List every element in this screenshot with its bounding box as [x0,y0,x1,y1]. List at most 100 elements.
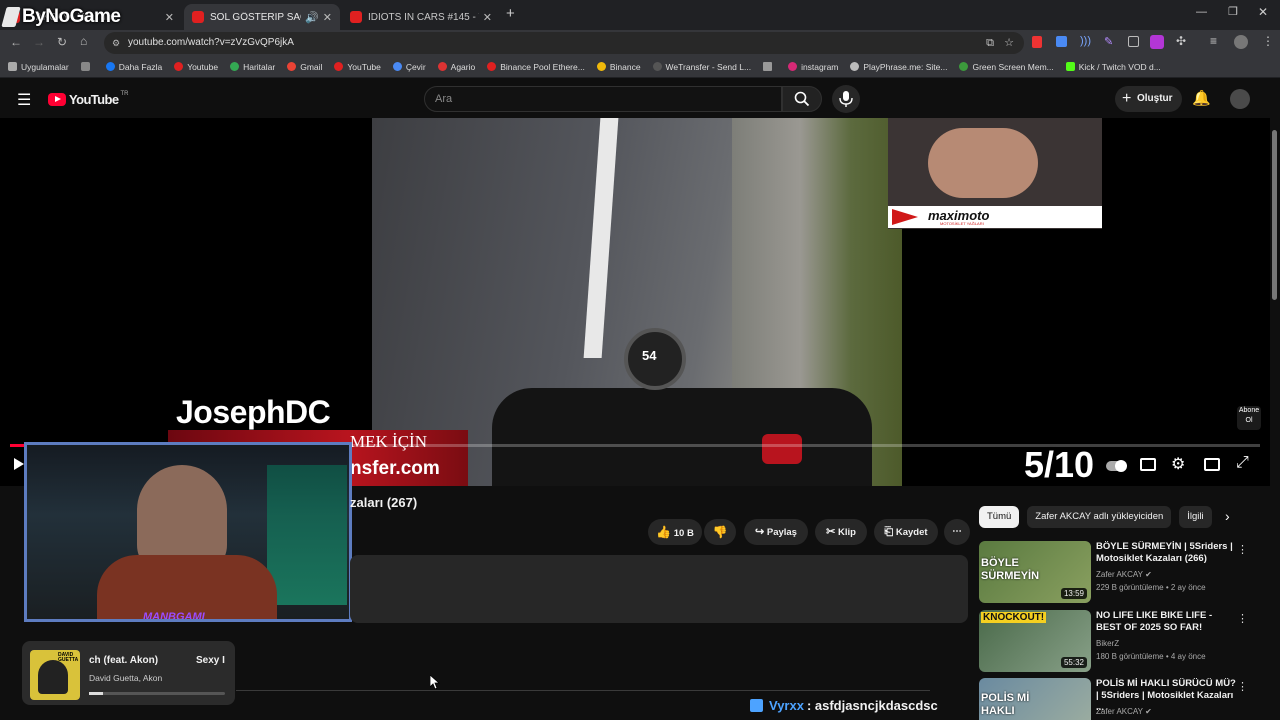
recommendation-title: BÖYLE SÜRMEYİN | 5Sriders | Motosiklet K… [1096,541,1233,564]
subtitles-icon[interactable] [1140,458,1156,471]
more-vertical-icon[interactable]: ⋮ [1237,612,1248,625]
bookmark-item[interactable]: Binance [596,62,641,72]
bookmark-label: Agario [450,61,476,72]
autoplay-toggle[interactable] [1106,460,1127,472]
bookmark-label: instagram [801,61,839,72]
reading-list-icon[interactable]: ≡ [1210,34,1217,48]
abone-ol-badge[interactable]: Abone Ol [1237,406,1261,430]
video-player[interactable]: 54 maximoto MOTOSİKLET YAĞLARI JosephDC … [0,118,1270,486]
bookmark-item[interactable]: Çevir [392,62,426,72]
bookmark-item[interactable] [80,62,94,71]
account-avatar[interactable] [1230,89,1250,109]
clip-button[interactable]: ✂ Klip [815,519,867,545]
browser-toolbar: ← → ↻ ⌂ ⚙ youtube.com/watch?v=zVzGvQP6jk… [0,30,1280,56]
chip-uploader[interactable]: Zafer AKCAY adlı yükleyiciden [1027,506,1172,528]
install-app-icon[interactable]: ⧉ [986,32,994,54]
recommendation-item[interactable]: BÖYLE SÜRMEYİN 13:59 BÖYLE SÜRMEYİN | 5S… [979,541,1249,603]
chip-all[interactable]: Tümü [979,506,1020,528]
home-icon[interactable]: ⌂ [80,34,87,48]
speedometer: 54 [624,328,686,390]
extension-pen-icon[interactable]: ✎ [1104,35,1113,48]
extensions-puzzle-icon[interactable]: ✣ [1176,34,1186,48]
extension-box-icon[interactable] [1128,36,1139,47]
recommendation-item[interactable]: POLİS Mİ HAKLI POLİS Mİ HAKLI SÜRÜCÜ MÜ?… [979,678,1249,720]
bookmarks-bar: Uygulamalar Daha Fazla Youtube Haritalar… [0,56,1280,78]
like-button[interactable]: 👍 10 B [648,519,702,545]
close-tab-icon[interactable]: ✕ [165,11,174,24]
chip-related[interactable]: İlgili [1179,506,1212,528]
bookmark-item[interactable]: Green Screen Mem... [959,61,1054,72]
stream-logo-text: ByNoGame [22,6,121,27]
browser-tab-3[interactable]: IDIOTS IN CARS #145 - YouTube ✕ [342,4,500,30]
voice-search-button[interactable] [832,85,860,113]
browser-menu-icon[interactable]: ⋮ [1262,34,1274,48]
browser-tab-2[interactable]: SOL GÖSTERİP SAĞ VURMA… 🔊 ✕ [184,4,340,30]
region-code: TR [120,90,129,97]
more-vertical-icon[interactable]: ⋮ [1237,680,1248,693]
bookmark-item[interactable]: Gmail [287,62,322,72]
profile-avatar[interactable] [1234,35,1248,49]
bookmark-item[interactable]: WeTransfer - Send L... [652,62,751,72]
notifications-bell-icon[interactable]: 🔔 [1192,89,1211,107]
share-button[interactable]: ↪ Paylaş [744,519,808,545]
search-input[interactable]: Ara [424,86,782,112]
bookmark-item[interactable]: YouTube [334,62,381,72]
recommendation-title: NO LIFE LIKE BIKE LIFE - BEST OF 2025 SO… [1096,610,1213,633]
dislike-button[interactable]: 👎 [704,519,736,545]
greenscreen-icon [959,62,969,71]
pip-name-tag: MANBGAMI [143,611,205,622]
browser-tab-bar: …AKCAY - YouTube ✕ SOL GÖSTERİP SAĞ VURM… [0,0,1280,30]
close-tab-icon[interactable]: ✕ [483,11,492,24]
minimize-button[interactable]: — [1196,6,1207,18]
youtube-logo[interactable]: YouTube TR [48,90,129,107]
bookmark-item[interactable]: Binance Pool Ethere... [487,62,585,72]
play-button[interactable] [14,458,24,470]
speed-reading: 54 [642,348,657,363]
bookmark-item[interactable]: Youtube [174,62,218,72]
search-button[interactable] [782,86,822,112]
address-bar[interactable]: ⚙ youtube.com/watch?v=zVzGvQP6jkA ⧉ ☆ [104,32,1024,54]
bookmark-item[interactable]: Haritalar [230,62,275,72]
more-vertical-icon[interactable]: ⋮ [1237,543,1248,556]
bookmark-star-icon[interactable]: ☆ [1004,32,1014,54]
site-info-icon[interactable]: ⚙ [112,32,120,54]
recommendation-thumbnail[interactable]: BÖYLE SÜRMEYİN 13:59 [979,541,1091,603]
miniplayer-icon[interactable] [1204,458,1220,471]
bookmark-item[interactable]: PlayPhrase.me: Site... [850,62,947,72]
bookmark-label: Green Screen Mem... [972,61,1054,72]
save-button[interactable]: ⎗ Kaydet [874,519,938,545]
bookmark-item[interactable]: Daha Fazla [105,62,162,72]
reload-icon[interactable]: ↻ [57,35,67,49]
new-tab-button[interactable]: + [506,5,515,22]
description-box[interactable] [350,555,968,623]
bookmark-item[interactable]: Kick / Twitch VOD d... [1065,62,1161,72]
more-actions-button[interactable]: ⋯ [944,519,970,545]
back-arrow-icon[interactable]: ← [10,35,22,49]
extension-purple-icon[interactable] [1150,35,1164,49]
speaker-icon[interactable]: 🔊 [305,11,319,24]
more-horizontal-icon: ⋯ [952,526,962,537]
chips-next-icon[interactable]: › [1225,508,1230,524]
close-tab-icon[interactable]: ✕ [323,11,332,24]
forward-arrow-icon[interactable]: → [33,35,45,49]
extension-translate-icon[interactable] [1056,36,1067,47]
recommendation-channel: BikerZ [1096,639,1120,648]
restore-button[interactable]: ❐ [1228,5,1238,18]
extension-wave-icon[interactable]: ))) [1080,35,1091,47]
bookmark-item[interactable]: Uygulamalar [8,62,69,72]
settings-gear-icon[interactable]: ⚙ [1171,454,1185,474]
bookmark-icon: ⎗ [884,526,894,538]
fullscreen-icon[interactable]: ⤢ [1236,454,1249,472]
bookmark-item[interactable]: Agario [437,61,476,72]
hamburger-menu-icon[interactable]: ☰ [17,90,31,110]
create-button[interactable]: + Oluştur [1115,86,1182,112]
bookmark-item[interactable] [763,62,776,71]
extension-new-icon[interactable] [1032,36,1042,48]
page-scrollbar[interactable] [1272,130,1277,300]
youtube-play-logo-icon [48,93,66,106]
bookmark-item[interactable]: instagram [788,62,838,72]
recommendation-item[interactable]: KNOCKOUT! 55:32 NO LIFE LIKE BIKE LIFE -… [979,610,1249,672]
recommendation-thumbnail[interactable]: KNOCKOUT! 55:32 [979,610,1091,672]
recommendation-thumbnail[interactable]: POLİS Mİ HAKLI [979,678,1091,720]
close-window-button[interactable]: ✕ [1258,5,1268,19]
